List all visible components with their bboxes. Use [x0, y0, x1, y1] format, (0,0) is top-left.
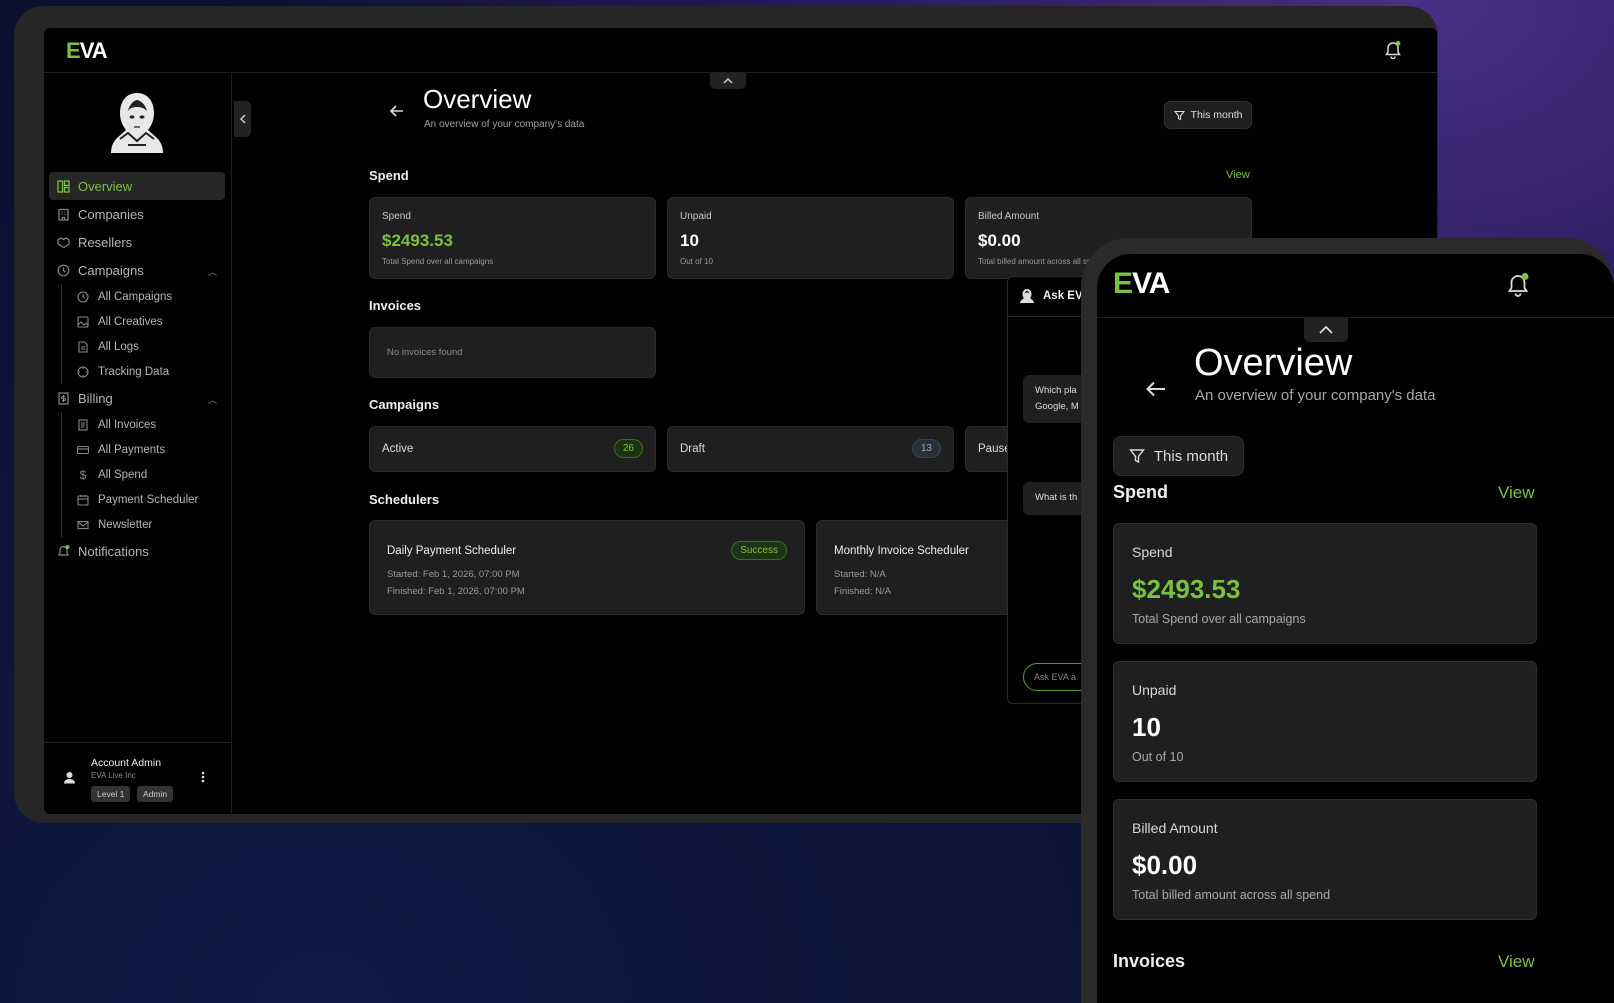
campaigns-submenu: All Campaigns All Creatives All Logs Tra… — [61, 284, 225, 384]
account-tag-role: Admin — [137, 786, 174, 802]
user-icon — [63, 771, 76, 789]
phone-top-bar: EVA — [1097, 254, 1614, 318]
account-tag-level: Level 1 — [91, 786, 131, 802]
sidebar-item-all-invoices[interactable]: All Invoices — [62, 412, 225, 437]
chat-input[interactable]: Ask EVA a — [1023, 663, 1086, 691]
page-title: Overview — [1194, 342, 1353, 384]
chevron-up-icon[interactable]: ︿ — [208, 265, 217, 278]
more-vertical-icon[interactable] — [201, 770, 205, 788]
back-arrow-icon[interactable] — [389, 104, 404, 122]
eva-logo[interactable]: EVA — [66, 38, 108, 64]
layout-icon — [56, 179, 70, 193]
spend-view-link[interactable]: View — [1226, 169, 1250, 181]
collapse-sidebar-button[interactable] — [234, 101, 251, 137]
invoices-empty-card: No invoices found — [369, 327, 656, 378]
schedulers-section-title: Schedulers — [369, 492, 440, 507]
receipt-icon — [56, 391, 70, 405]
active-count-badge: 26 — [613, 439, 643, 458]
bell-icon — [56, 544, 70, 558]
collapse-header-button[interactable] — [1304, 318, 1348, 342]
spend-card: Spend $2493.53 Total Spend over all camp… — [1113, 523, 1537, 644]
account-name: Account Admin — [91, 757, 162, 769]
sidebar-item-notifications[interactable]: Notifications — [49, 537, 225, 565]
scheduler-card-daily-payment[interactable]: Daily Payment Scheduler Success Started:… — [369, 520, 805, 615]
target-icon — [76, 365, 90, 379]
page-subtitle: An overview of your company's data — [424, 119, 585, 130]
spend-section-title: Spend — [1113, 482, 1169, 502]
spend-section-title: Spend — [369, 168, 409, 183]
bell-icon[interactable] — [1385, 41, 1401, 60]
ask-eva-chat-panel: Ask EV Which pla Google, M What is th As… — [1007, 276, 1087, 704]
phone-screen: EVA Overview An overview of your company… — [1097, 254, 1614, 1003]
page-subtitle: An overview of your company's data — [1195, 387, 1436, 404]
calendar-icon — [76, 493, 90, 507]
spend-card: Spend $2493.53 Total Spend over all camp… — [369, 197, 656, 279]
clock-icon — [76, 290, 90, 304]
company-mascot-image — [106, 89, 168, 153]
sidebar-item-all-spend[interactable]: $ All Spend — [62, 462, 225, 487]
filter-icon — [1128, 449, 1145, 464]
unpaid-card: Unpaid 10 Out of 10 — [1113, 661, 1537, 782]
status-badge: Success — [731, 541, 787, 560]
eva-avatar-icon — [1020, 288, 1034, 309]
dollar-icon: $ — [79, 467, 87, 482]
phone-device-frame: EVA Overview An overview of your company… — [1081, 238, 1614, 1003]
billing-submenu: All Invoices All Payments $ All Spend Pa… — [61, 412, 225, 537]
collapse-header-button[interactable] — [710, 73, 746, 89]
invoices-view-link[interactable]: View — [1498, 952, 1535, 972]
unpaid-card: Unpaid 10 Out of 10 — [667, 197, 954, 279]
images-icon — [76, 315, 90, 329]
sidebar-item-all-campaigns[interactable]: All Campaigns — [62, 284, 225, 309]
date-filter-button[interactable]: This month — [1113, 436, 1244, 476]
invoices-section-title: Invoices — [369, 298, 422, 313]
account-company: EVA Live Inc — [91, 771, 136, 780]
handshake-icon — [56, 235, 70, 249]
building-icon — [56, 207, 70, 221]
document-icon — [76, 340, 90, 354]
sidebar-item-resellers[interactable]: Resellers — [49, 228, 225, 256]
sidebar-item-overview[interactable]: Overview — [49, 172, 225, 200]
date-filter-button[interactable]: This month — [1164, 101, 1252, 129]
top-bar: EVA — [44, 28, 1437, 73]
bell-icon[interactable] — [1507, 273, 1529, 302]
eva-logo[interactable]: EVA — [1113, 267, 1170, 301]
sidebar-item-all-logs[interactable]: All Logs — [62, 334, 225, 359]
chat-header: Ask EV — [1008, 277, 1086, 317]
sidebar-item-all-payments[interactable]: All Payments — [62, 437, 225, 462]
chat-message: Which pla Google, M — [1023, 375, 1086, 423]
invoices-section-title: Invoices — [1113, 951, 1186, 971]
sidebar-item-all-creatives[interactable]: All Creatives — [62, 309, 225, 334]
campaign-draft-card[interactable]: Draft 13 — [667, 426, 954, 472]
spend-view-link[interactable]: View — [1498, 483, 1535, 503]
chat-message: What is th — [1023, 482, 1086, 515]
credit-card-icon — [76, 443, 90, 457]
clock-icon — [56, 263, 70, 277]
billed-amount-card: Billed Amount $0.00 Total billed amount … — [1113, 799, 1537, 920]
sidebar-item-campaigns[interactable]: Campaigns ︿ — [49, 256, 225, 284]
mail-icon — [76, 518, 90, 532]
campaign-active-card[interactable]: Active 26 — [369, 426, 656, 472]
account-panel[interactable]: Account Admin EVA Live Inc Level 1 Admin — [44, 742, 232, 814]
page-title: Overview — [423, 84, 532, 114]
back-arrow-icon[interactable] — [1146, 381, 1166, 402]
sidebar-item-newsletter[interactable]: Newsletter — [62, 512, 225, 537]
filter-icon — [1173, 110, 1185, 120]
chevron-up-icon — [1319, 326, 1333, 334]
campaigns-section-title: Campaigns — [369, 397, 440, 412]
chat-title: Ask EV — [1043, 290, 1083, 302]
chevron-up-icon — [723, 78, 733, 84]
sidebar-item-tracking-data[interactable]: Tracking Data — [62, 359, 225, 384]
sidebar-nav: Overview Companies Resellers Campaigns ︿ — [49, 172, 225, 565]
sidebar-item-payment-scheduler[interactable]: Payment Scheduler — [62, 487, 225, 512]
chevron-left-icon — [239, 114, 246, 124]
chevron-up-icon[interactable]: ︿ — [208, 393, 217, 406]
draft-count-badge: 13 — [911, 439, 941, 458]
sidebar: Overview Companies Resellers Campaigns ︿ — [44, 73, 232, 814]
sidebar-item-billing[interactable]: Billing ︿ — [49, 384, 225, 412]
sidebar-item-companies[interactable]: Companies — [49, 200, 225, 228]
receipt-icon — [76, 418, 90, 432]
